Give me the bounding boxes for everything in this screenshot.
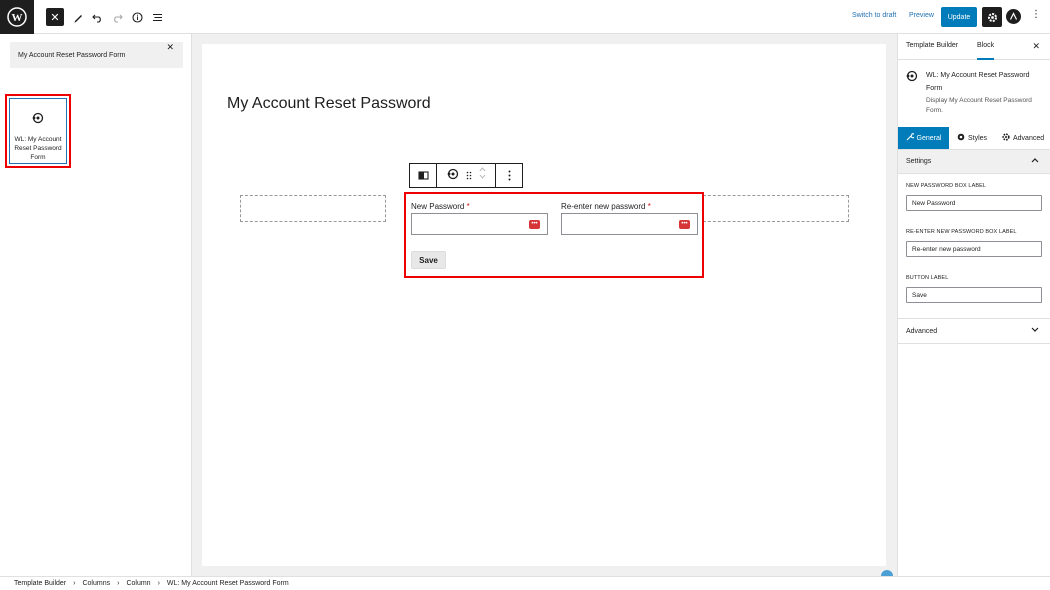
move-up-down-icon[interactable] <box>479 166 486 185</box>
reset-icon[interactable] <box>447 167 459 185</box>
block-inserter-panel: My Account Reset Password Form ✕ WL: My … <box>0 34 192 576</box>
column-placeholder-right[interactable] <box>703 195 849 222</box>
button-label: BUTTON LABEL <box>906 275 949 281</box>
svg-text:W: W <box>12 12 23 24</box>
reenter-password-box-label: RE-ENTER NEW PASSWORD BOX LABEL <box>906 229 1017 235</box>
plugin-icon[interactable] <box>1006 9 1021 24</box>
reenter-password-box-label-input[interactable]: Re-enter new password <box>906 241 1042 257</box>
save-button[interactable]: Save <box>411 251 446 269</box>
switch-to-draft-button[interactable]: Switch to draft <box>852 12 896 19</box>
block-search-value: My Account Reset Password Form <box>18 51 126 59</box>
block-item-label: WL: My Account Reset Password Form <box>14 136 62 161</box>
chevron-down-icon <box>1031 325 1039 335</box>
settings-gear-icon[interactable] <box>982 7 1002 27</box>
clear-search-icon[interactable]: ✕ <box>166 42 174 53</box>
reenter-password-input[interactable]: ••• <box>561 213 698 235</box>
new-password-label: New Password * <box>411 202 470 211</box>
new-password-input[interactable]: ••• <box>411 213 548 235</box>
breadcrumb-separator-icon: › <box>117 580 120 587</box>
breadcrumb-item-column[interactable]: Column <box>126 580 150 587</box>
breadcrumb-separator-icon: › <box>73 580 76 587</box>
preview-button[interactable]: Preview <box>909 12 934 19</box>
editor-canvas: My Account Reset Password New Password *… <box>202 44 893 582</box>
advanced-panel-header[interactable]: Advanced <box>898 318 1050 344</box>
block-search-input[interactable]: My Account Reset Password Form <box>10 42 183 68</box>
new-password-box-label: NEW PASSWORD BOX LABEL <box>906 183 987 189</box>
password-manager-icon[interactable]: ••• <box>529 220 540 229</box>
chevron-up-icon <box>1031 156 1039 166</box>
column-placeholder-left[interactable] <box>240 195 386 222</box>
password-manager-icon[interactable]: ••• <box>679 220 690 229</box>
editor-canvas-area: My Account Reset Password New Password *… <box>192 34 897 582</box>
breadcrumb-separator-icon: › <box>157 580 160 587</box>
block-card-title: WL: My Account Reset Password Form <box>926 72 1030 92</box>
reenter-password-label: Re-enter new password * <box>561 202 651 211</box>
new-password-box-label-input[interactable]: New Password <box>906 195 1042 211</box>
redo-icon[interactable] <box>108 8 126 26</box>
more-options-icon[interactable]: ⋮ <box>1031 9 1041 20</box>
breadcrumb-item-template-builder[interactable]: Template Builder <box>14 580 66 587</box>
info-icon[interactable] <box>128 8 146 26</box>
drag-handle-icon[interactable] <box>466 167 472 185</box>
wrench-icon <box>906 133 916 143</box>
wordpress-logo-icon[interactable]: W <box>0 0 34 34</box>
close-sidebar-icon[interactable]: ✕ <box>1032 41 1040 52</box>
block-item-reset-password-form[interactable]: WL: My Account Reset Password Form <box>5 94 71 168</box>
settings-panel-header[interactable]: Settings <box>898 149 1050 174</box>
breadcrumb-item-columns[interactable]: Columns <box>82 580 110 587</box>
button-label-input[interactable]: Save <box>906 287 1042 303</box>
reenter-password-field: Re-enter new password * ••• <box>561 202 698 235</box>
settings-sidebar: Template Builder Block ✕ WL: My Account … <box>897 34 1050 576</box>
tab-advanced[interactable]: Advanced <box>1002 127 1044 149</box>
gear-icon <box>1002 133 1010 143</box>
reset-icon <box>32 111 44 129</box>
breadcrumb: Template Builder › Columns › Column › WL… <box>0 576 1050 590</box>
tab-styles[interactable]: Styles <box>957 127 987 149</box>
update-button[interactable]: Update <box>941 7 977 27</box>
reset-password-form-block[interactable]: New Password * ••• Re-enter new password… <box>404 192 704 278</box>
undo-icon[interactable] <box>88 8 106 26</box>
tab-template-builder[interactable]: Template Builder <box>906 42 958 49</box>
page-title[interactable]: My Account Reset Password <box>227 95 431 113</box>
tab-general[interactable]: General <box>898 127 949 149</box>
top-toolbar: W ✕ Switch to draft Preview Update ⋮ <box>0 0 1050 34</box>
list-view-icon[interactable] <box>148 8 166 26</box>
column-parent-icon[interactable] <box>410 164 437 187</box>
new-password-field: New Password * ••• <box>411 202 548 235</box>
palette-icon <box>957 133 965 143</box>
block-toolbar <box>409 163 523 188</box>
close-icon[interactable]: ✕ <box>46 8 64 26</box>
tab-block[interactable]: Block <box>977 42 995 60</box>
inspector-sub-tabs: General Styles Advanced <box>898 127 1050 149</box>
sidebar-tabs: Template Builder Block ✕ <box>898 34 1050 60</box>
edit-pencil-icon[interactable] <box>69 8 87 26</box>
breadcrumb-item-current-block: WL: My Account Reset Password Form <box>166 580 289 587</box>
block-options-icon[interactable] <box>496 164 522 187</box>
reset-icon <box>906 69 918 87</box>
block-card-description: Display My Account Reset Password Form. <box>926 97 1032 114</box>
block-type-group <box>437 164 496 187</box>
